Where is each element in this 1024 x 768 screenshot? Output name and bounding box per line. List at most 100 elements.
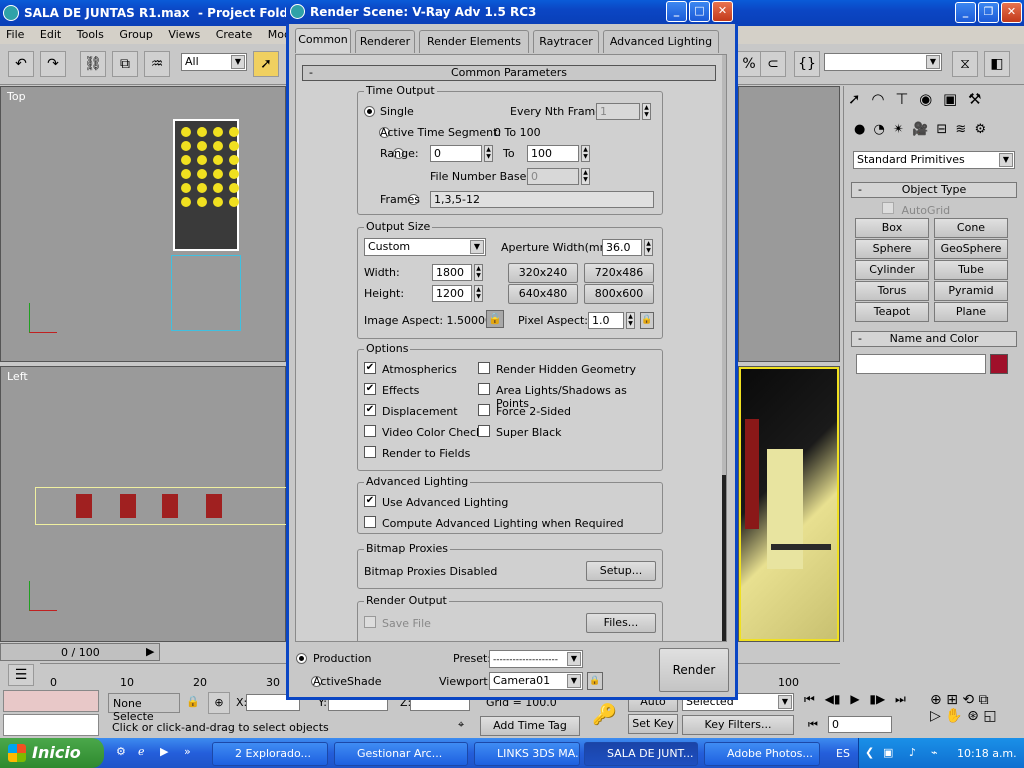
next-frame-icon[interactable]: ▶ xyxy=(146,645,154,658)
helpers-icon[interactable]: ⊟ xyxy=(936,122,947,137)
spinner-snap-icon[interactable]: ⊂ xyxy=(760,51,786,77)
object-name-field[interactable] xyxy=(856,354,986,374)
modify-tab-icon[interactable]: ◠ xyxy=(871,90,884,108)
preset-320x240-button[interactable]: 320x240 xyxy=(508,263,578,283)
box-button[interactable]: Box xyxy=(855,218,929,238)
cameras-icon[interactable]: 🎥 xyxy=(912,122,928,137)
range-to-spinner[interactable]: ▲ ▼ xyxy=(581,145,590,162)
image-aspect-lock-icon[interactable]: 🔒 xyxy=(486,310,504,328)
minimize-button[interactable]: _ xyxy=(955,2,976,23)
file-number-base-spinner[interactable]: ▲ ▼ xyxy=(581,168,590,185)
next-frame-icon[interactable]: ▮▶ xyxy=(869,692,885,706)
cylinder-button[interactable]: Cylinder xyxy=(855,260,929,280)
area-lights-checkbox[interactable] xyxy=(478,383,490,395)
pixel-aspect-spinner[interactable]: ▲ ▼ xyxy=(626,312,635,329)
menu-group[interactable]: Group xyxy=(119,28,153,41)
start-button[interactable]: Inicio xyxy=(0,738,104,768)
task-gestionar[interactable]: Gestionar Arc... xyxy=(334,742,468,766)
menu-tools[interactable]: Tools xyxy=(77,28,104,41)
pyramid-button[interactable]: Pyramid xyxy=(934,281,1008,301)
geosphere-button[interactable]: GeoSphere xyxy=(934,239,1008,259)
height-field[interactable]: 1200 xyxy=(432,285,472,302)
zoom-all-icon[interactable]: ⊞ xyxy=(946,692,958,708)
hierarchy-tab-icon[interactable]: ⊤ xyxy=(895,90,908,108)
every-nth-spinner[interactable]: ▲ ▼ xyxy=(642,103,651,120)
width-spinner[interactable]: ▲ ▼ xyxy=(474,264,483,281)
menu-create[interactable]: Create xyxy=(216,28,253,41)
min-max-toggle-icon[interactable]: ◱ xyxy=(983,708,996,724)
add-time-tag-button[interactable]: Add Time Tag xyxy=(480,716,580,736)
systems-icon[interactable]: ⚙ xyxy=(974,122,986,137)
range-from-field[interactable]: 0 xyxy=(430,145,482,162)
atmospherics-checkbox[interactable]: ✔ xyxy=(364,362,376,374)
every-nth-field[interactable]: 1 xyxy=(596,103,640,120)
shapes-icon[interactable]: ◔ xyxy=(873,122,884,137)
effects-checkbox[interactable]: ✔ xyxy=(364,383,376,395)
maximize-viewport-icon[interactable]: ⧉ xyxy=(979,692,989,708)
menu-edit[interactable]: Edit xyxy=(40,28,61,41)
task-links[interactable]: LINKS 3DS MA... xyxy=(474,742,580,766)
close-button[interactable]: ✕ xyxy=(1001,2,1022,23)
files-button[interactable]: Files... xyxy=(586,613,656,633)
common-parameters-header[interactable]: - Common Parameters xyxy=(302,65,716,81)
teapot-button[interactable]: Teapot xyxy=(855,302,929,322)
mirror-icon[interactable]: ⧖ xyxy=(952,51,978,77)
tab-raytracer[interactable]: Raytracer xyxy=(533,30,599,53)
output-size-preset-dropdown[interactable]: Custom ▼ xyxy=(364,238,486,256)
tray-app-icon[interactable]: ▣ xyxy=(883,746,893,759)
geometry-icon[interactable]: ● xyxy=(854,122,865,137)
range-to-field[interactable]: 100 xyxy=(527,145,579,162)
panel-scrollbar[interactable] xyxy=(722,55,726,641)
viewport-camera[interactable] xyxy=(738,366,840,642)
time-slider[interactable]: 0 / 100 ▶ xyxy=(0,643,160,661)
video-color-check-checkbox[interactable] xyxy=(364,425,376,437)
menu-views[interactable]: Views xyxy=(168,28,200,41)
bind-space-warp-icon[interactable]: ♒ xyxy=(144,51,170,77)
scrollbar-thumb[interactable] xyxy=(722,475,726,641)
percent-snap-icon[interactable]: % xyxy=(736,51,762,77)
orbit-icon[interactable]: ⟲ xyxy=(962,692,974,708)
language-indicator[interactable]: ES xyxy=(836,747,850,760)
dialog-app-icon[interactable] xyxy=(290,4,305,19)
lights-icon[interactable]: ✴ xyxy=(893,122,904,137)
space-warps-icon[interactable]: ≋ xyxy=(955,122,966,137)
displacement-checkbox[interactable]: ✔ xyxy=(364,404,376,416)
lock-icon[interactable]: 🔒 xyxy=(186,695,200,708)
use-advanced-lighting-checkbox[interactable]: ✔ xyxy=(364,495,376,507)
time-tag-icon[interactable]: ⌖ xyxy=(458,718,464,732)
viewport-top[interactable]: Top xyxy=(0,86,286,362)
redo-icon[interactable]: ↷ xyxy=(40,51,66,77)
render-button[interactable]: Render xyxy=(659,648,729,692)
autogrid-checkbox[interactable] xyxy=(882,202,894,214)
cone-button[interactable]: Cone xyxy=(934,218,1008,238)
go-to-end-icon[interactable]: ⏭ xyxy=(895,692,906,706)
plane-button[interactable]: Plane xyxy=(934,302,1008,322)
viewport-lock-icon[interactable]: 🔒 xyxy=(587,672,603,690)
align-icon[interactable]: ◧ xyxy=(984,51,1010,77)
key-icon[interactable]: 🔑 xyxy=(592,702,617,726)
maxscript-listener[interactable] xyxy=(3,690,99,712)
compute-advanced-lighting-checkbox[interactable] xyxy=(364,516,376,528)
track-bar-menu-icon[interactable]: ☰ xyxy=(8,664,34,686)
current-frame-field[interactable]: 0 xyxy=(828,716,892,733)
motion-tab-icon[interactable]: ◉ xyxy=(919,90,932,108)
viewport-left[interactable]: Left xyxy=(0,366,289,642)
aperture-field[interactable]: 36.0 xyxy=(602,239,642,256)
aperture-spinner[interactable]: ▲ ▼ xyxy=(644,239,653,256)
quicklaunch-media-icon[interactable]: ▶ xyxy=(160,745,168,758)
transform-mode-icon[interactable]: ⊕ xyxy=(208,692,230,714)
tab-advanced-lighting[interactable]: Advanced Lighting xyxy=(603,30,719,53)
bitmap-proxies-setup-button[interactable]: Setup... xyxy=(586,561,656,581)
production-radio[interactable] xyxy=(296,653,307,664)
dialog-close-button[interactable]: ✕ xyxy=(712,1,733,22)
named-selection-icon[interactable]: {} xyxy=(794,51,820,77)
tray-network-icon[interactable]: ⌁ xyxy=(931,746,938,759)
link-icon[interactable]: ⛓ xyxy=(80,51,106,77)
tab-render-elements[interactable]: Render Elements xyxy=(419,30,529,53)
height-spinner[interactable]: ▲ ▼ xyxy=(474,285,483,302)
quicklaunch-more-icon[interactable]: » xyxy=(184,745,191,758)
pixel-aspect-lock-icon[interactable]: 🔒 xyxy=(640,312,654,329)
object-color-swatch[interactable] xyxy=(990,354,1008,374)
pan-icon[interactable]: ✋ xyxy=(945,708,962,724)
set-key-button[interactable]: Set Key xyxy=(628,714,678,734)
